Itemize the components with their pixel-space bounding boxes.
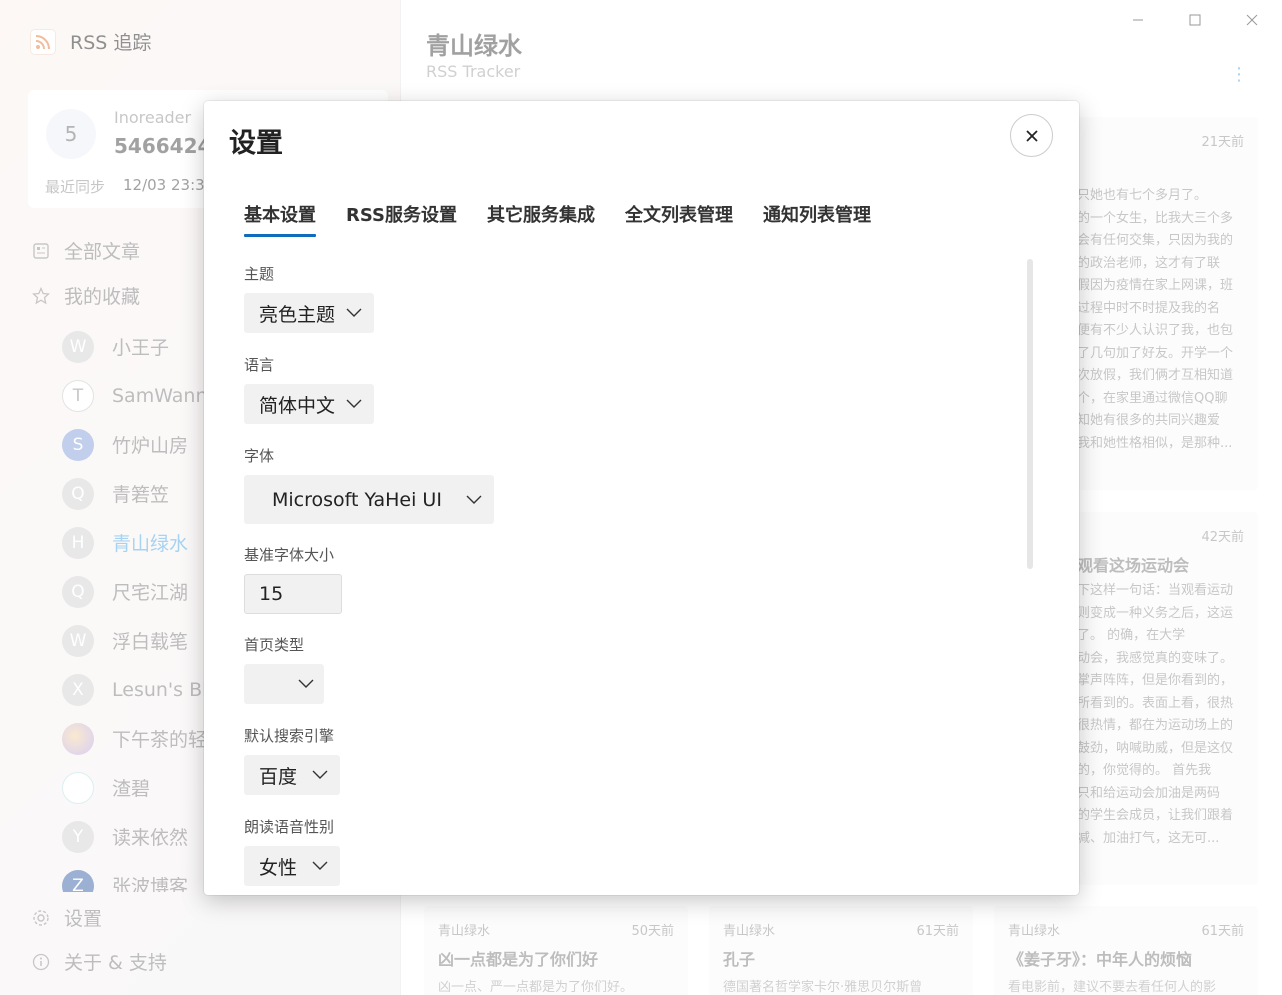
voice-gender-dropdown[interactable]: 女性	[244, 846, 340, 886]
tab-fulltext-list[interactable]: 全文列表管理	[625, 201, 733, 237]
language-dropdown[interactable]: 简体中文	[244, 384, 374, 424]
chevron-down-icon	[466, 495, 482, 504]
dialog-scrollbar[interactable]	[1027, 259, 1033, 569]
chevron-down-icon	[312, 861, 328, 870]
chevron-down-icon	[312, 770, 328, 779]
close-button[interactable]	[1010, 114, 1053, 157]
settings-dialog: 设置 基本设置 RSS服务设置 其它服务集成 全文列表管理 通知列表管理 主题 …	[204, 101, 1079, 895]
search-engine-value: 百度	[259, 765, 298, 788]
search-engine-label: 默认搜索引擎	[244, 727, 335, 745]
tab-other-integrations[interactable]: 其它服务集成	[487, 201, 595, 237]
font-label: 字体	[244, 447, 275, 465]
font-dropdown[interactable]: Microsoft YaHei UI	[244, 475, 494, 524]
voice-gender-value: 女性	[259, 856, 298, 879]
font-value: Microsoft YaHei UI	[272, 488, 442, 511]
tab-rss-service[interactable]: RSS服务设置	[346, 201, 457, 237]
close-icon	[1025, 129, 1038, 142]
settings-tabs: 基本设置 RSS服务设置 其它服务集成 全文列表管理 通知列表管理	[244, 201, 871, 237]
voice-gender-label: 朗读语音性别	[244, 818, 335, 836]
tab-notification-list[interactable]: 通知列表管理	[763, 201, 871, 237]
home-type-dropdown[interactable]	[244, 664, 324, 704]
home-type-label: 首页类型	[244, 636, 305, 654]
chevron-down-icon	[346, 308, 362, 317]
chevron-down-icon	[298, 679, 314, 688]
language-label: 语言	[244, 356, 275, 374]
tab-basic[interactable]: 基本设置	[244, 201, 316, 237]
dialog-title: 设置	[229, 128, 283, 159]
font-size-input[interactable]: 15	[244, 574, 342, 614]
search-engine-dropdown[interactable]: 百度	[244, 755, 340, 795]
language-value: 简体中文	[259, 394, 336, 417]
theme-label: 主题	[244, 265, 275, 283]
theme-dropdown[interactable]: 亮色主题	[244, 293, 374, 333]
chevron-down-icon	[346, 399, 362, 408]
font-size-label: 基准字体大小	[244, 546, 335, 564]
theme-value: 亮色主题	[259, 303, 336, 326]
